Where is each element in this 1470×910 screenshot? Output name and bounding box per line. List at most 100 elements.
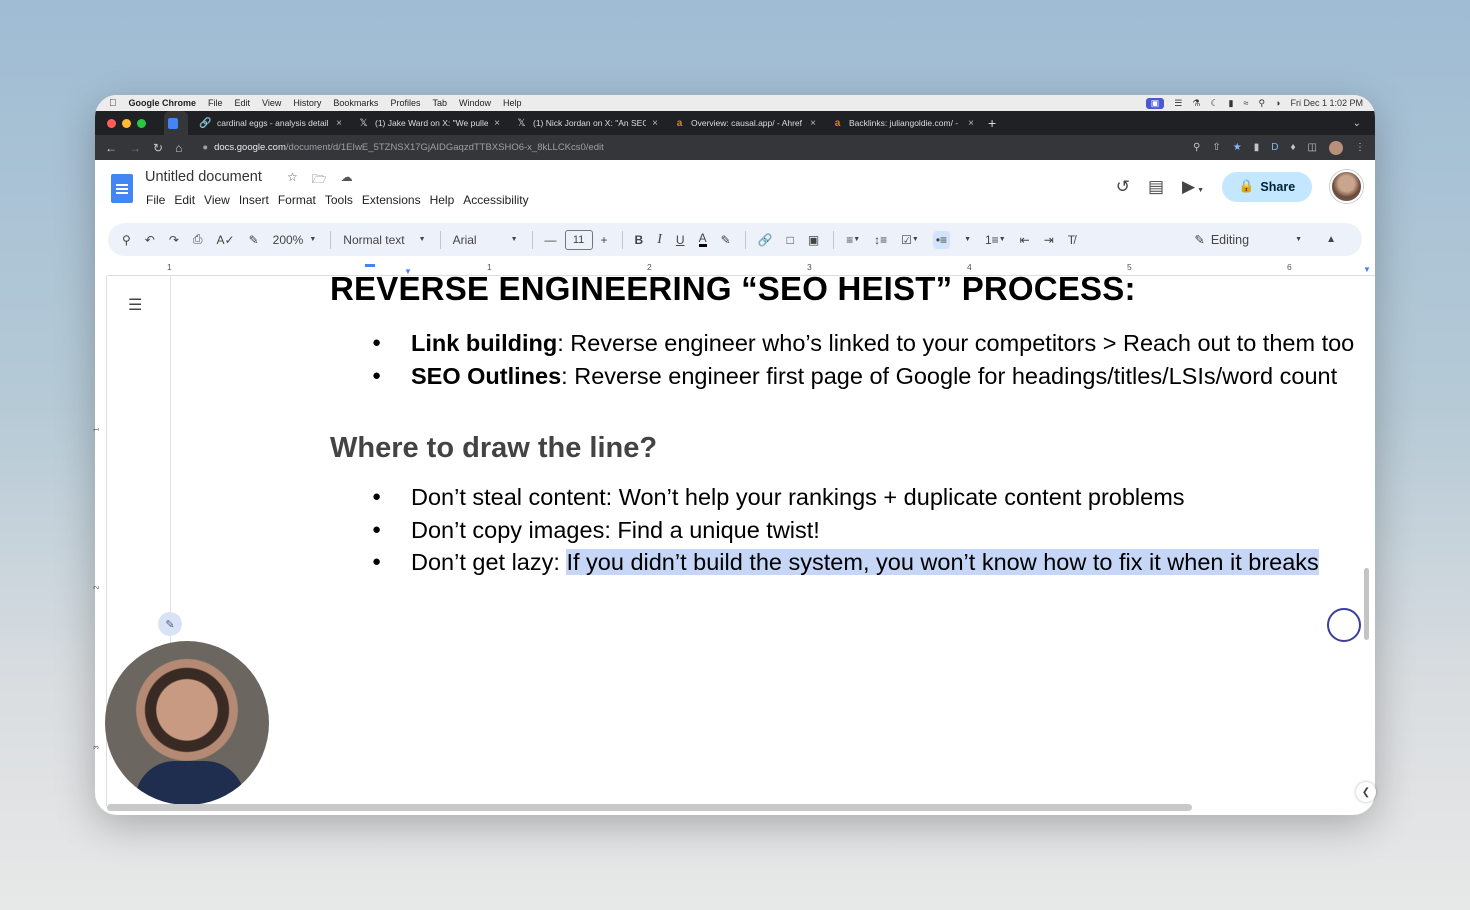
list-item[interactable]: Link building: Reverse engineer who’s li… bbox=[372, 327, 1370, 360]
docs-menu-insert[interactable]: Insert bbox=[239, 193, 269, 207]
list-item[interactable]: Don’t copy images: Find a unique twist! bbox=[372, 514, 1370, 547]
increase-indent-icon[interactable]: ⇥ bbox=[1044, 233, 1054, 247]
new-tab-button[interactable]: + bbox=[988, 115, 996, 131]
heading-2[interactable]: Where to draw the line? bbox=[330, 432, 1370, 465]
pin-icon[interactable]: ⚗ bbox=[1192, 98, 1200, 109]
editing-mode-select[interactable]: ✎ Editing ▼ bbox=[1194, 232, 1302, 248]
reload-icon[interactable]: ↻ bbox=[153, 141, 163, 155]
print-icon[interactable]: ⎙ bbox=[193, 232, 203, 247]
zoom-select[interactable]: 200% ▼ bbox=[273, 233, 317, 247]
extension-icon[interactable]: ▮ bbox=[1254, 142, 1260, 153]
docs-menu-extensions[interactable]: Extensions bbox=[362, 193, 421, 207]
screen-share-icon[interactable]: ▣ bbox=[1145, 97, 1165, 109]
menu-view[interactable]: View bbox=[262, 98, 281, 108]
share-page-icon[interactable]: ⇧ bbox=[1212, 142, 1220, 153]
document-title[interactable]: Untitled document bbox=[145, 169, 262, 185]
more-menu-icon[interactable]: ⋮ bbox=[1355, 142, 1365, 153]
version-history-icon[interactable]: ↺ bbox=[1116, 177, 1130, 197]
zoom-window-button[interactable] bbox=[137, 118, 146, 128]
close-tab-icon[interactable]: × bbox=[810, 118, 816, 129]
bulleted-list-icon[interactable]: •≡ bbox=[932, 230, 951, 249]
side-panel-chevron-icon[interactable]: ❮ bbox=[1356, 782, 1376, 802]
profile-avatar[interactable] bbox=[1329, 140, 1343, 155]
zoom-icon[interactable]: ⚲ bbox=[1193, 142, 1200, 153]
document-outline-icon[interactable]: ☰ bbox=[128, 295, 142, 315]
font-select[interactable]: Arial ▼ bbox=[453, 233, 518, 247]
spotlight-icon[interactable]: ⚲ bbox=[1258, 98, 1265, 109]
docs-logo-icon[interactable] bbox=[111, 174, 133, 203]
puzzle-icon[interactable]: ♦ bbox=[1290, 142, 1295, 153]
menubar-clock[interactable]: Fri Dec 1 1:02 PM bbox=[1290, 98, 1363, 108]
docs-menu-accessibility[interactable]: Accessibility bbox=[463, 193, 528, 207]
close-tab-icon[interactable]: × bbox=[494, 118, 500, 129]
tab-1[interactable]: 𝕏 (1) Jake Ward on X: "We pulle × bbox=[350, 111, 508, 135]
spellcheck-icon[interactable]: A✓ bbox=[217, 233, 235, 247]
user-avatar[interactable] bbox=[1330, 170, 1363, 203]
paint-format-icon[interactable]: ✎ bbox=[249, 233, 259, 247]
font-size-input[interactable]: 11 bbox=[564, 229, 593, 250]
underline-button[interactable]: U bbox=[676, 233, 685, 247]
menu-file[interactable]: File bbox=[208, 98, 223, 108]
wifi-icon[interactable]: ≈ bbox=[1243, 98, 1248, 108]
insert-link-icon[interactable]: 🔗 bbox=[758, 233, 773, 247]
close-window-button[interactable] bbox=[107, 118, 116, 128]
home-icon[interactable]: ⌂ bbox=[175, 141, 182, 155]
increase-font-size-button[interactable]: + bbox=[601, 233, 608, 247]
decrease-font-size-button[interactable]: — bbox=[545, 233, 557, 247]
add-comment-icon[interactable]: □ bbox=[787, 233, 794, 247]
share-button[interactable]: 🔒 Share bbox=[1222, 171, 1312, 202]
bookmark-star-icon[interactable]: ★ bbox=[1233, 142, 1242, 153]
align-left-icon[interactable]: ≡ ▼ bbox=[846, 233, 860, 247]
tab-3[interactable]: a Overview: causal.app/ - Ahref × bbox=[666, 111, 824, 135]
extension-d-icon[interactable]: D bbox=[1271, 142, 1278, 153]
docs-menu-view[interactable]: View bbox=[204, 193, 230, 207]
menu-bookmarks[interactable]: Bookmarks bbox=[333, 98, 378, 108]
list-icon[interactable]: ☰ bbox=[1174, 98, 1182, 109]
tab-0[interactable]: 🔗 cardinal eggs - analysis detail × bbox=[192, 111, 350, 135]
close-tab-icon[interactable]: × bbox=[336, 118, 342, 129]
comments-icon[interactable]: ▤ bbox=[1148, 177, 1164, 197]
bullet-dropdown-icon[interactable]: ▼ bbox=[964, 236, 971, 243]
bold-button[interactable]: B bbox=[635, 233, 644, 247]
redo-icon[interactable]: ↷ bbox=[169, 233, 179, 247]
list-item[interactable]: SEO Outlines: Reverse engineer first pag… bbox=[372, 360, 1370, 393]
first-line-indent-marker[interactable] bbox=[365, 264, 375, 267]
back-arrow-icon[interactable]: ← bbox=[105, 141, 117, 155]
docs-menu-file[interactable]: File bbox=[146, 193, 165, 207]
text-color-button[interactable]: A bbox=[698, 232, 707, 247]
url-field[interactable]: ● docs.google.com/document/d/1EIwE_5TZNS… bbox=[202, 142, 603, 153]
list-item[interactable]: Don’t steal content: Won’t help your ran… bbox=[372, 481, 1370, 514]
battery-icon[interactable]: ▮ bbox=[1229, 98, 1234, 109]
menu-profiles[interactable]: Profiles bbox=[390, 98, 420, 108]
highlight-icon[interactable]: ✎ bbox=[721, 233, 731, 247]
vertical-scrollbar[interactable] bbox=[1364, 568, 1369, 640]
sidepanel-icon[interactable]: ◫ bbox=[1308, 142, 1317, 153]
menu-help[interactable]: Help bbox=[503, 98, 522, 108]
heading-1[interactable]: REVERSE ENGINEERING “SEO HEIST” PROCESS: bbox=[330, 268, 1370, 308]
minimize-window-button[interactable] bbox=[122, 118, 131, 128]
apple-icon[interactable]:  bbox=[109, 98, 117, 109]
cloud-status-icon[interactable]: ☁ bbox=[341, 170, 353, 191]
docs-menu-help[interactable]: Help bbox=[430, 193, 455, 207]
tab-active-docs[interactable] bbox=[164, 111, 188, 135]
docs-menu-edit[interactable]: Edit bbox=[174, 193, 195, 207]
menu-tab[interactable]: Tab bbox=[432, 98, 447, 108]
clear-formatting-icon[interactable]: T̸ bbox=[1068, 233, 1075, 247]
undo-icon[interactable]: ↶ bbox=[145, 233, 155, 247]
insert-image-icon[interactable]: ▣ bbox=[808, 233, 819, 247]
numbered-list-icon[interactable]: 1≡ ▼ bbox=[985, 233, 1006, 247]
control-center-icon[interactable]: ◑ bbox=[1275, 98, 1280, 108]
selected-text[interactable]: If you didn’t build the system, you won’… bbox=[566, 549, 1319, 575]
moon-icon[interactable]: ☾ bbox=[1210, 98, 1218, 109]
checklist-icon[interactable]: ☑ ▼ bbox=[901, 233, 919, 247]
docs-menu-tools[interactable]: Tools bbox=[325, 193, 353, 207]
close-tab-icon[interactable]: × bbox=[968, 118, 974, 129]
tab-2[interactable]: 𝕏 (1) Nick Jordan on X: "An SEO × bbox=[508, 111, 666, 135]
search-menus-icon[interactable]: ⚲ bbox=[122, 233, 131, 247]
list-item[interactable]: Don’t get lazy: If you didn’t build the … bbox=[372, 546, 1370, 579]
style-select[interactable]: Normal text ▼ bbox=[343, 233, 425, 247]
collapse-toolbar-icon[interactable]: ▲ bbox=[1326, 234, 1336, 245]
forward-arrow-icon[interactable]: → bbox=[129, 141, 141, 155]
edit-suggest-icon[interactable]: ✎ bbox=[158, 612, 182, 636]
close-tab-icon[interactable]: × bbox=[652, 118, 658, 129]
